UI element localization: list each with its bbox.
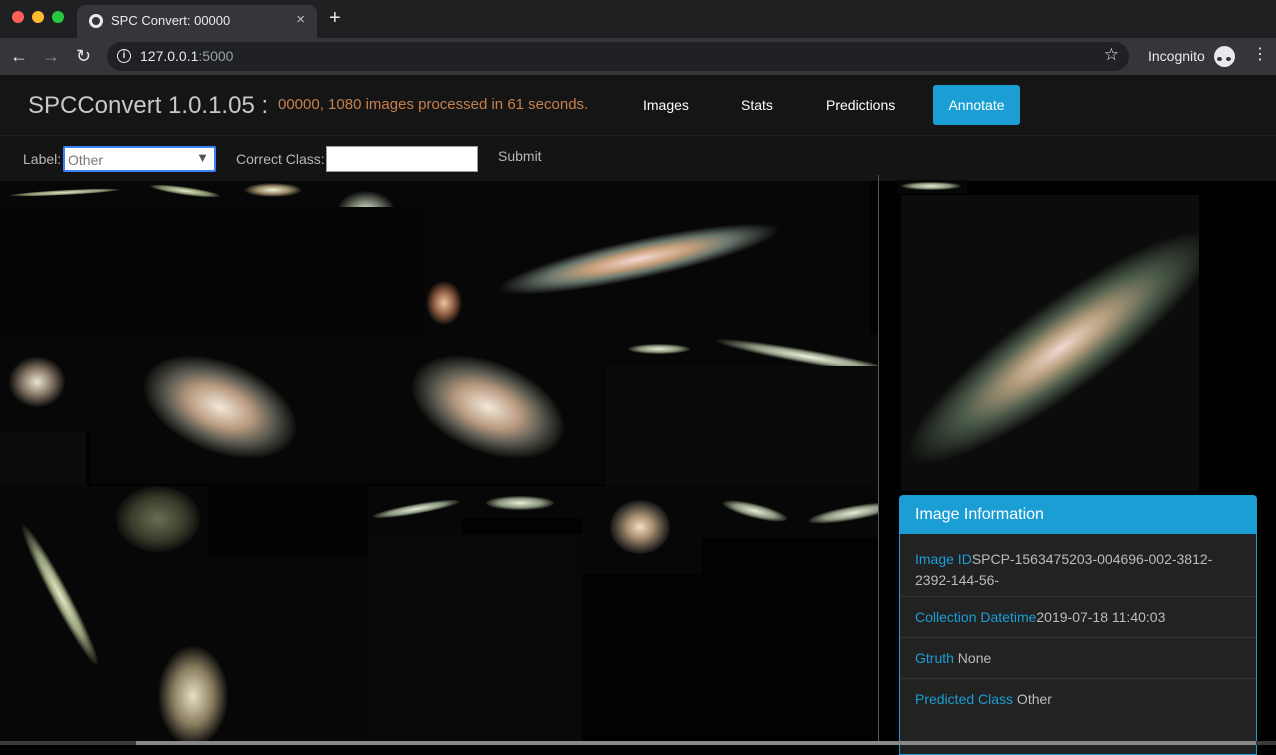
nav-stats-link[interactable]: Stats <box>741 97 773 113</box>
image-information-panel: Image Information Image IDSPCP-156347520… <box>899 495 1257 755</box>
plankton-thumbnail[interactable] <box>130 181 226 207</box>
incognito-icon[interactable] <box>1214 46 1235 67</box>
plankton-thumbnail[interactable] <box>702 486 808 538</box>
plankton-thumbnail[interactable] <box>90 334 374 484</box>
dropdown-arrow-icon: ▼ <box>196 150 209 165</box>
annotate-button[interactable]: Annotate <box>933 85 1020 125</box>
tab-close-icon[interactable]: × <box>296 11 305 28</box>
info-key: Predicted Class <box>915 691 1014 707</box>
browser-toolbar: ← → ↻ i 127.0.0.1:5000 ☆ Incognito ⋮ <box>0 38 1276 75</box>
scrollbar-thumb[interactable] <box>136 741 1256 745</box>
plankton-thumbnail[interactable] <box>108 486 208 556</box>
plankton-thumbnail[interactable] <box>0 181 130 207</box>
info-key: Collection Datetime <box>915 609 1037 625</box>
url-port: :5000 <box>198 48 234 64</box>
label-select-value: Other <box>68 152 104 168</box>
url-text[interactable]: 127.0.0.1:5000 <box>140 48 233 64</box>
site-info-icon[interactable]: i <box>117 49 131 63</box>
plankton-thumbnail[interactable] <box>108 556 368 745</box>
plankton-thumbnail[interactable] <box>374 334 606 484</box>
label-toolbar: Label: Other ▼ Correct Class: Submit <box>0 135 1276 181</box>
info-value: 2019-07-18 11:40:03 <box>1036 609 1166 625</box>
new-tab-button[interactable]: + <box>329 7 341 30</box>
close-window-button[interactable] <box>12 11 24 23</box>
plankton-thumbnail[interactable] <box>897 180 967 194</box>
image-information-title: Image Information <box>900 496 1256 534</box>
plankton-thumbnail[interactable] <box>368 486 462 534</box>
empty-tile <box>0 207 424 334</box>
reload-icon[interactable]: ↻ <box>76 45 91 67</box>
empty-tile <box>606 366 878 486</box>
browser-menu-icon[interactable]: ⋮ <box>1252 47 1268 63</box>
divider <box>900 637 1256 638</box>
incognito-label: Incognito <box>1148 48 1205 64</box>
info-key: Gtruth <box>915 650 954 666</box>
bookmark-star-icon[interactable]: ☆ <box>1104 45 1119 65</box>
plankton-thumbnail[interactable] <box>582 486 702 574</box>
maximize-window-button[interactable] <box>52 11 64 23</box>
nav-images-link[interactable]: Images <box>643 97 689 113</box>
plankton-thumbnail[interactable] <box>606 334 710 366</box>
plankton-thumbnail[interactable] <box>226 181 318 207</box>
selected-image-preview <box>901 195 1199 491</box>
empty-tile <box>0 431 86 486</box>
info-row-gtruth: Gtruth None <box>915 648 1245 669</box>
detail-panel: Image Information Image IDSPCP-156347520… <box>879 180 1276 755</box>
plankton-thumbnail[interactable] <box>0 486 108 745</box>
empty-tile <box>368 534 582 745</box>
label-caption: Label: <box>23 151 62 167</box>
info-key: Image ID <box>915 551 972 567</box>
back-arrow-icon[interactable]: ← <box>10 45 28 67</box>
correct-class-caption: Correct Class: <box>236 151 325 167</box>
horizontal-scrollbar[interactable] <box>0 741 1276 745</box>
plankton-thumbnail[interactable] <box>0 334 90 431</box>
app-navbar: SPCConvert 1.0.1.05 : 00000, 1080 images… <box>0 75 1276 135</box>
image-mosaic <box>0 181 878 745</box>
minimize-window-button[interactable] <box>32 11 44 23</box>
nav-predictions-link[interactable]: Predictions <box>826 97 895 113</box>
info-value: None <box>953 650 992 666</box>
info-row-image-id: Image IDSPCP-1563475203-004696-002-3812-… <box>915 549 1245 591</box>
divider <box>900 678 1256 679</box>
address-bar[interactable]: i 127.0.0.1:5000 ☆ <box>107 42 1129 71</box>
submit-button[interactable]: Submit <box>498 148 542 164</box>
label-select[interactable]: Other ▼ <box>63 146 216 172</box>
info-row-collection-datetime: Collection Datetime2019-07-18 11:40:03 <box>915 607 1245 628</box>
info-row-predicted-class: Predicted Class Other <box>915 689 1245 710</box>
app-brand[interactable]: SPCConvert 1.0.1.05 : <box>28 92 268 120</box>
plankton-thumbnail[interactable] <box>807 486 878 538</box>
processing-status: 00000, 1080 images processed in 61 secon… <box>278 96 589 113</box>
browser-tab[interactable]: SPC Convert: 00000 × <box>77 5 317 38</box>
tab-title: SPC Convert: 00000 <box>111 13 231 28</box>
info-value: Other <box>1013 691 1052 707</box>
correct-class-input[interactable] <box>326 146 478 172</box>
plankton-thumbnail[interactable] <box>424 181 870 334</box>
browser-titlebar: SPC Convert: 00000 × + <box>0 0 1276 38</box>
plankton-thumbnail[interactable] <box>462 486 582 518</box>
url-host: 127.0.0.1 <box>140 48 199 64</box>
forward-arrow-icon[interactable]: → <box>42 45 60 67</box>
globe-icon <box>89 14 103 28</box>
divider <box>900 596 1256 597</box>
